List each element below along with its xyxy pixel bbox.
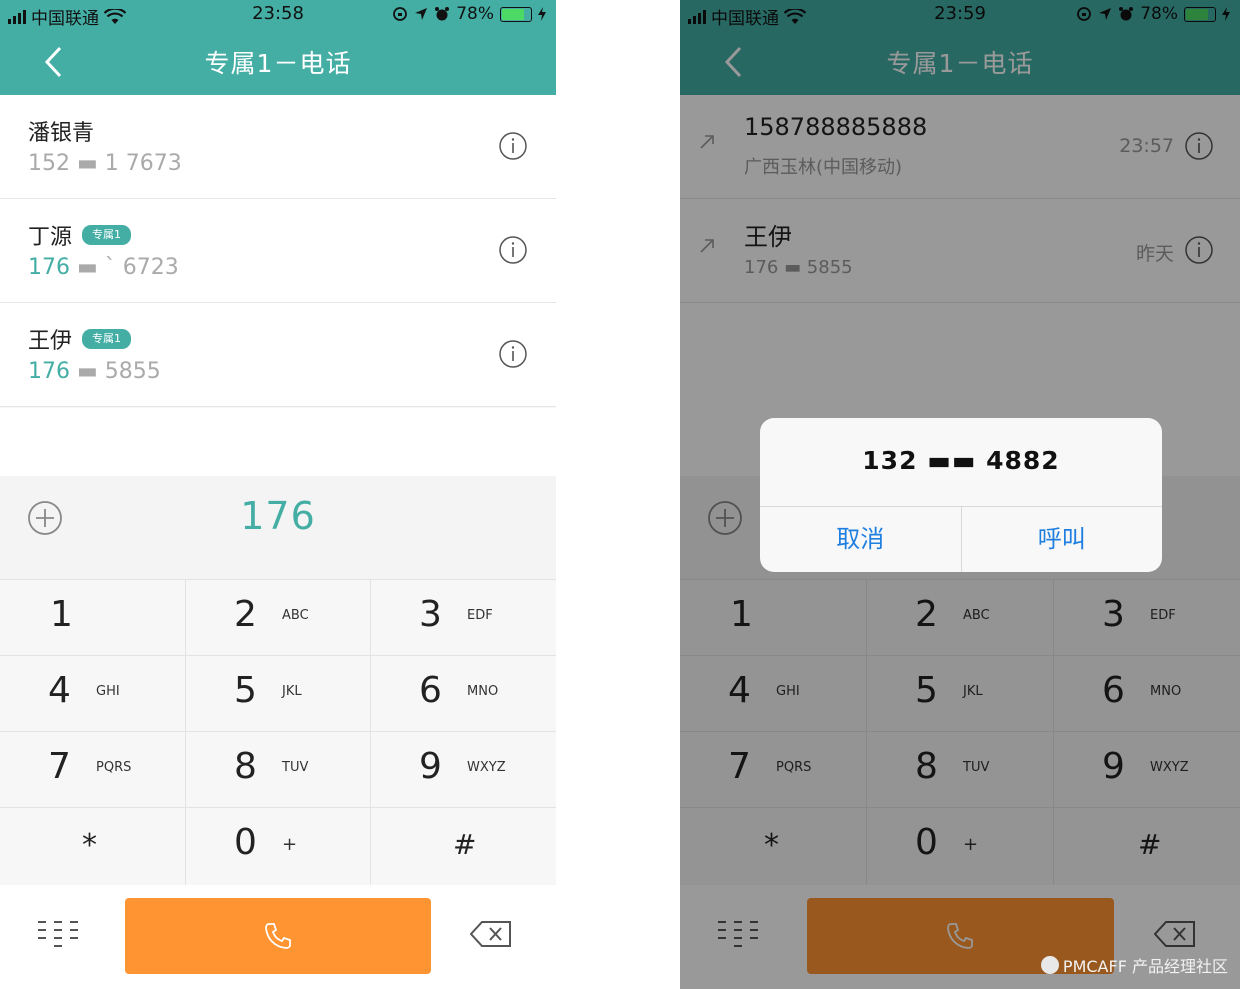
- contact-number: 152 ▬ 1 7673: [28, 151, 182, 176]
- key-8[interactable]: 8 TUV: [186, 732, 371, 808]
- contact-number: 176 ▬ 5855: [28, 359, 161, 384]
- contact-row[interactable]: 王伊 专属1 176 ▬ 5855: [0, 303, 556, 407]
- key-4[interactable]: 4 GHI: [0, 656, 186, 732]
- key-digit: 1: [50, 594, 73, 635]
- contact-row[interactable]: 潘银青 152 ▬ 1 7673: [0, 95, 556, 199]
- number-match: 176: [28, 359, 70, 384]
- contact-row[interactable]: 丁源 专属1 176 ▬ ˋ 6723: [0, 199, 556, 303]
- contact-name-text: 丁源: [28, 225, 73, 250]
- keypad-toggle-icon[interactable]: [36, 919, 82, 949]
- list-spacer: [0, 408, 556, 476]
- charging-icon: [538, 7, 546, 21]
- key-letters: WXYZ: [467, 760, 506, 775]
- alarm-icon: [435, 7, 450, 21]
- exclusive-tag: 专属1: [82, 329, 132, 349]
- watermark-text: PMCAFF 产品经理社区: [1062, 957, 1228, 976]
- header: 中国联通 23:58 78% 专属1－电话: [0, 0, 556, 95]
- key-1[interactable]: 1: [0, 580, 186, 656]
- rotation-lock-icon: [393, 7, 408, 21]
- location-icon: [415, 8, 428, 20]
- battery-percent: 78%: [456, 4, 494, 24]
- key-digit: *: [82, 828, 97, 863]
- status-right: 78%: [392, 4, 546, 24]
- dial-bar: 176: [0, 476, 556, 580]
- key-3[interactable]: 3 EDF: [371, 580, 556, 656]
- pmcaff-logo-icon: [1040, 956, 1059, 974]
- battery-icon: [500, 6, 532, 22]
- number-match: 176: [28, 255, 70, 280]
- key-7[interactable]: 7 PQRS: [0, 732, 186, 808]
- key-letters: MNO: [467, 684, 499, 699]
- key-letters: TUV: [282, 760, 309, 775]
- call-confirm-dialog: 132 ▬▬ 4882 取消 呼叫: [760, 418, 1162, 572]
- keypad: 1 2 ABC 3 EDF 4 GHI 5 JKL 6 MNO 7 PQRS 8 TUV 9 W…: [0, 580, 556, 885]
- call-button[interactable]: [125, 898, 431, 974]
- dialer-screen-left: 中国联通 23:58 78% 专属1－电话 潘银青 152 ▬ 1 7673 丁…: [0, 0, 556, 989]
- info-icon[interactable]: [498, 339, 528, 369]
- dialog-buttons: 取消 呼叫: [760, 506, 1162, 572]
- number-rest: ▬ 5855: [70, 359, 161, 384]
- key-digit: 5: [234, 670, 257, 711]
- exclusive-tag: 专属1: [82, 225, 132, 245]
- key-5[interactable]: 5 JKL: [186, 656, 371, 732]
- dialer-screen-right: 中国联通 23:59 78% 专属1－电话 158788885888 广西玉林(…: [680, 0, 1240, 989]
- key-digit: 7: [48, 746, 71, 787]
- key-digit: 4: [48, 670, 71, 711]
- phone-icon: [265, 923, 291, 949]
- number-rest: 152 ▬ 1 7673: [28, 151, 182, 176]
- cancel-button[interactable]: 取消: [760, 507, 961, 572]
- backspace-icon[interactable]: [470, 919, 512, 949]
- key-letters: JKL: [282, 684, 302, 699]
- contact-number: 176 ▬ ˋ 6723: [28, 255, 179, 280]
- contact-name: 丁源 专属1: [28, 219, 132, 251]
- info-icon[interactable]: [498, 235, 528, 265]
- key-star[interactable]: *: [0, 808, 186, 885]
- key-digit: 8: [234, 746, 257, 787]
- contact-name-text: 潘银青: [28, 121, 95, 146]
- key-hash[interactable]: #: [371, 808, 556, 885]
- page-title: 专属1－电话: [204, 49, 352, 78]
- watermark: PMCAFF 产品经理社区: [1040, 953, 1228, 977]
- contact-name-text: 王伊: [28, 329, 73, 354]
- contact-name: 潘银青: [28, 115, 94, 147]
- confirm-call-button[interactable]: 呼叫: [960, 507, 1163, 572]
- key-letters: GHI: [96, 684, 120, 699]
- key-digit: 0: [234, 822, 257, 863]
- bottom-bar: [0, 885, 556, 989]
- dialed-number: 176: [240, 494, 316, 538]
- key-6[interactable]: 6 MNO: [371, 656, 556, 732]
- number-rest: ▬ ˋ 6723: [70, 255, 179, 280]
- key-digit: 3: [419, 594, 442, 635]
- dialog-phone-number: 132 ▬▬ 4882: [862, 446, 1060, 475]
- key-0[interactable]: 0 +: [186, 808, 371, 885]
- key-letters: PQRS: [96, 760, 132, 775]
- key-letters: +: [282, 834, 298, 855]
- key-2[interactable]: 2 ABC: [186, 580, 371, 656]
- key-digit: #: [453, 828, 477, 861]
- status-bar: 中国联通 23:58 78%: [0, 0, 556, 30]
- key-letters: EDF: [467, 608, 493, 623]
- contact-name: 王伊 专属1: [28, 323, 132, 355]
- key-digit: 2: [234, 594, 257, 635]
- key-digit: 6: [419, 670, 442, 711]
- key-letters: ABC: [282, 608, 309, 623]
- key-9[interactable]: 9 WXYZ: [371, 732, 556, 808]
- info-icon[interactable]: [498, 131, 528, 161]
- key-digit: 9: [419, 746, 442, 787]
